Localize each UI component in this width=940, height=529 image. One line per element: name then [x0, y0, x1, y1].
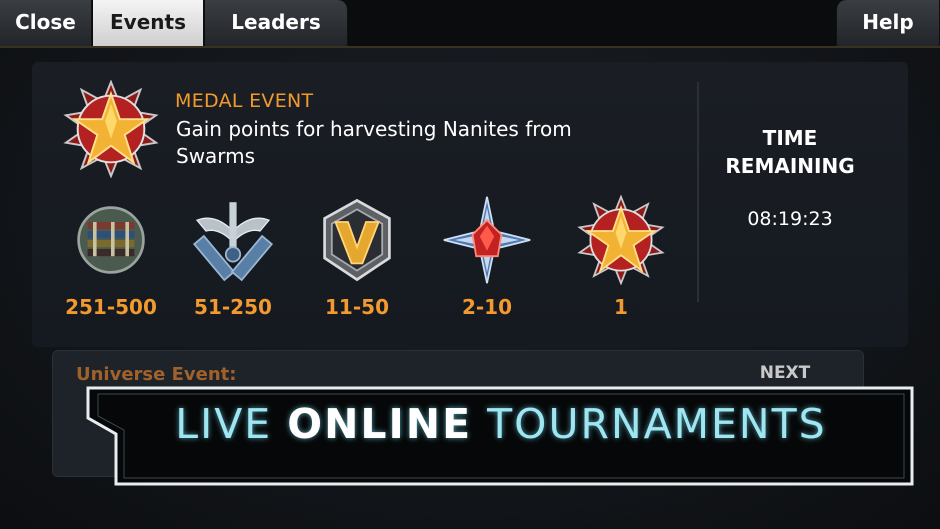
- reward-tier: 2-10: [432, 195, 542, 319]
- reward-tier: 251-500: [56, 195, 166, 319]
- banner-suffix: TOURNAMENTS: [472, 400, 827, 448]
- reward-range: 11-50: [325, 295, 389, 319]
- chevron-v-medal-icon: [323, 198, 391, 282]
- tab-events[interactable]: Events: [93, 0, 204, 46]
- red-crystal-star-medal-icon: [443, 196, 531, 284]
- time-remaining-value: 08:19:23: [747, 208, 833, 230]
- banner-prefix: LIVE: [175, 400, 288, 448]
- reward-tier: 51-250: [178, 195, 288, 319]
- ribbon-bars-medal-icon: [77, 206, 145, 274]
- panel-divider: [697, 82, 699, 302]
- tab-leaders[interactable]: Leaders: [205, 0, 348, 46]
- gold-star-medal-icon: [577, 195, 665, 285]
- help-button[interactable]: Help: [836, 0, 940, 46]
- reward-range: 51-250: [194, 295, 272, 319]
- reward-range: 251-500: [65, 295, 157, 319]
- crossed-swords-medal-icon: [192, 202, 274, 282]
- close-button[interactable]: Close: [0, 0, 92, 46]
- reward-tier: 1: [566, 195, 676, 319]
- event-type-label: MEDAL EVENT: [175, 90, 314, 112]
- tournament-banner-text: LIVE ONLINE TOURNAMENTS: [86, 400, 916, 448]
- top-bar-divider: [0, 46, 940, 48]
- banner-emphasis: ONLINE: [287, 400, 473, 448]
- gold-star-medal-icon: [63, 80, 159, 178]
- event-description: Gain points for harvesting Nanites from …: [176, 117, 572, 168]
- reward-tier: 11-50: [302, 195, 412, 319]
- time-remaining-label: TIME REMAINING: [725, 126, 855, 178]
- reward-range: 1: [614, 295, 628, 319]
- reward-range: 2-10: [461, 295, 513, 319]
